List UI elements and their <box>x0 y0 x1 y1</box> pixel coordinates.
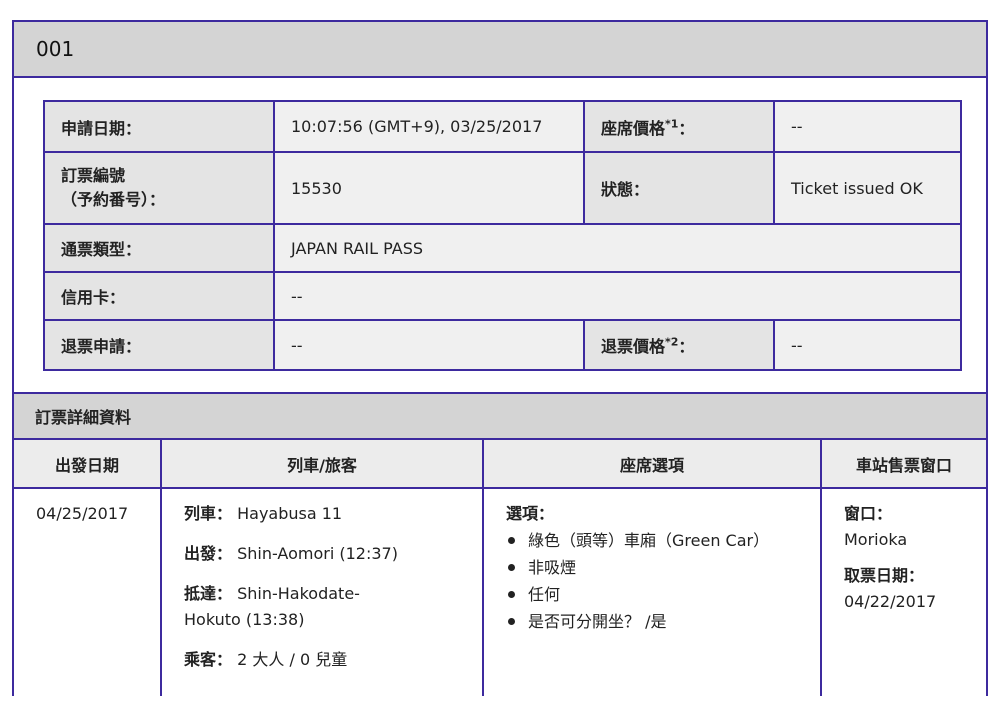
option-item: 任何 <box>506 581 802 608</box>
arrive-value-2: Hokuto (13:38) <box>184 610 305 629</box>
summary-row: 申請日期： 10:07:56 (GMT+9), 03/25/2017 座席價格*… <box>43 100 962 153</box>
seat-price-label: 座席價格*1： <box>583 100 775 153</box>
booking-title: 001 <box>36 37 75 61</box>
train-label: 列車： <box>184 504 233 523</box>
booking-card-header: 001 <box>14 22 986 78</box>
options-label: 選項： <box>506 504 555 523</box>
options-list: 綠色（頭等）車廂（Green Car） 非吸煙 任何 是否可分開坐？ /是 <box>506 527 802 635</box>
seat-price-label-text: 座席價格 <box>601 118 666 138</box>
refund-price-footnote: *2 <box>665 335 679 349</box>
refund-price-label: 退票價格*2： <box>583 319 775 371</box>
train-value: Hayabusa 11 <box>237 504 343 523</box>
seat-options-cell: 選項： 綠色（頭等）車廂（Green Car） 非吸煙 任何 是否可分開坐？ /… <box>483 488 822 696</box>
window-value: Morioka <box>844 530 908 549</box>
refund-request-label: 退票申請： <box>43 319 275 371</box>
status-value: Ticket issued OK <box>773 151 962 225</box>
column-header-station-window: 車站售票窗口 <box>821 440 986 489</box>
booking-number-label-line-2: （予約番号）： <box>61 190 166 209</box>
option-item: 非吸煙 <box>506 554 802 581</box>
passenger-line: 乘客： 2 大人 / 0 兒童 <box>184 647 464 673</box>
station-window-cell: 窗口： Morioka 取票日期： 04/22/2017 <box>821 488 986 696</box>
depart-value: Shin-Aomori (12:37) <box>237 544 398 563</box>
departure-date-value: 04/25/2017 <box>14 488 162 696</box>
summary-row: 信用卡： -- <box>43 271 962 321</box>
seat-price-colon: ： <box>678 118 695 138</box>
passenger-label: 乘客： <box>184 650 233 669</box>
apply-date-label: 申請日期： <box>43 100 275 153</box>
booking-number-value: 15530 <box>273 151 585 225</box>
column-header-seat-options: 座席選項 <box>483 440 822 489</box>
refund-price-value: -- <box>773 319 962 371</box>
detail-row: 04/25/2017 列車： Hayabusa 11 出發： Shin-Aomo… <box>14 488 986 696</box>
booking-number-label-line-1: 訂票編號 <box>61 166 126 185</box>
summary-row: 通票類型： JAPAN RAIL PASS <box>43 223 962 273</box>
column-header-train-passenger: 列車/旅客 <box>161 440 484 489</box>
pass-type-label: 通票類型： <box>43 223 275 273</box>
passenger-value: 2 大人 / 0 兒童 <box>237 650 348 669</box>
apply-date-value: 10:07:56 (GMT+9), 03/25/2017 <box>273 100 585 153</box>
booking-detail-table: 出發日期 列車/旅客 座席選項 車站售票窗口 04/25/2017 列車： Ha… <box>14 440 986 696</box>
arrive-label: 抵達： <box>184 584 233 603</box>
arrive-value-1: Shin-Hakodate- <box>237 584 360 603</box>
refund-price-colon: ： <box>678 337 695 356</box>
pickup-date-value: 04/22/2017 <box>844 592 937 611</box>
credit-card-label: 信用卡： <box>43 271 275 321</box>
option-item: 是否可分開坐？ /是 <box>506 608 802 635</box>
summary-row: 訂票編號 （予約番号）： 15530 狀態： Ticket issued OK <box>43 151 962 225</box>
option-item: 綠色（頭等）車廂（Green Car） <box>506 527 802 554</box>
column-header-departure-date: 出發日期 <box>14 440 162 489</box>
refund-price-label-text: 退票價格 <box>601 337 666 356</box>
refund-request-value: -- <box>273 319 585 371</box>
train-passenger-cell: 列車： Hayabusa 11 出發： Shin-Aomori (12:37) … <box>161 488 484 696</box>
detail-section-header: 訂票詳細資料 <box>14 392 986 440</box>
booking-summary-table: 申請日期： 10:07:56 (GMT+9), 03/25/2017 座席價格*… <box>43 100 962 371</box>
booking-number-label: 訂票編號 （予約番号）： <box>43 151 275 225</box>
pickup-date-label: 取票日期： <box>844 566 925 585</box>
depart-label: 出發： <box>184 544 233 563</box>
detail-header-row: 出發日期 列車/旅客 座席選項 車站售票窗口 <box>14 440 986 489</box>
seat-price-footnote: *1 <box>665 117 679 131</box>
pass-type-value: JAPAN RAIL PASS <box>273 223 962 273</box>
window-label: 窗口： <box>844 504 893 523</box>
train-line: 列車： Hayabusa 11 <box>184 501 464 527</box>
arrive-line: 抵達： Shin-Hakodate- Hokuto (13:38) <box>184 581 464 633</box>
status-label: 狀態： <box>583 151 775 225</box>
depart-line: 出發： Shin-Aomori (12:37) <box>184 541 464 567</box>
seat-price-value: -- <box>773 100 962 153</box>
detail-section-title: 訂票詳細資料 <box>35 408 132 427</box>
credit-card-value: -- <box>273 271 962 321</box>
summary-row: 退票申請： -- 退票價格*2： -- <box>43 319 962 371</box>
booking-card: 001 申請日期： 10:07:56 (GMT+9), 03/25/2017 座… <box>12 20 988 696</box>
